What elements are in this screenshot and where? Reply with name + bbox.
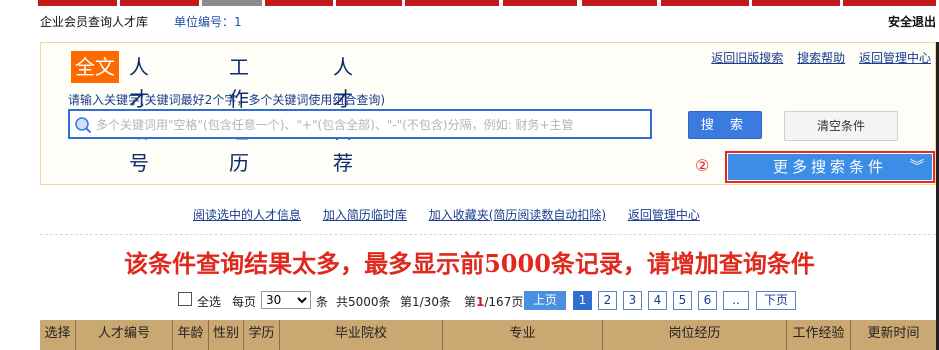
mode-tab-work-history[interactable]: 工作经历 xyxy=(229,51,249,175)
page-button-more[interactable]: .. xyxy=(723,291,749,310)
mode-tab-self-recommend[interactable]: 人才自荐 xyxy=(333,51,353,175)
per-page-select[interactable]: 30 xyxy=(261,291,311,309)
read-selected-link[interactable]: 阅读选中的人才信息 xyxy=(193,208,301,222)
prev-page-button[interactable]: 上页 xyxy=(524,291,566,310)
col-update-time[interactable]: 更新时间 xyxy=(851,320,936,350)
top-nav-tab[interactable] xyxy=(265,0,333,6)
col-school[interactable]: 毕业院校 xyxy=(280,320,443,350)
top-nav-tab[interactable] xyxy=(661,0,749,6)
top-nav-tab[interactable] xyxy=(120,0,199,6)
divider xyxy=(40,234,936,235)
old-search-link[interactable]: 返回旧版搜索 xyxy=(711,51,783,65)
page-button-4[interactable]: 4 xyxy=(648,291,667,310)
top-nav-tab[interactable] xyxy=(336,0,402,6)
keyword-field[interactable] xyxy=(68,109,652,139)
record-range: 第1/30条 xyxy=(400,295,451,309)
search-help-link[interactable]: 搜索帮助 xyxy=(797,51,845,65)
clear-conditions-button[interactable]: 清空条件 xyxy=(784,111,898,141)
col-age[interactable]: 年龄 xyxy=(173,320,209,350)
top-nav-tab[interactable] xyxy=(752,0,840,6)
result-actions: 阅读选中的人才信息 加入简历临时库 加入收藏夹(简历阅读数自动扣除) 返回管理中… xyxy=(193,206,718,223)
more-conditions-button[interactable]: 更多搜索条件 ︾ xyxy=(728,154,932,180)
page-button-3[interactable]: 3 xyxy=(623,291,642,310)
page-total: /167页 xyxy=(484,295,524,309)
site-title: 企业会员查询人才库 xyxy=(40,15,149,29)
top-nav-tab[interactable] xyxy=(405,0,499,6)
page-button-5[interactable]: 5 xyxy=(673,291,692,310)
col-major[interactable]: 专业 xyxy=(443,320,603,350)
add-temp-library-link[interactable]: 加入简历临时库 xyxy=(323,208,407,222)
double-chevron-down-icon: ︾ xyxy=(910,159,924,175)
page-indicator: 第1/167页 xyxy=(464,293,523,310)
next-page-button[interactable]: 下页 xyxy=(756,291,796,310)
more-conditions-label: 更多搜索条件 xyxy=(772,158,887,176)
more-conditions-highlight: 更多搜索条件 ︾ xyxy=(725,151,935,183)
page-button-1[interactable]: 1 xyxy=(573,291,592,310)
back-admin-link[interactable]: 返回管理中心 xyxy=(859,51,931,65)
select-all-checkbox[interactable] xyxy=(178,292,192,306)
unit-number: 单位编号：1 xyxy=(174,15,242,29)
keyword-input[interactable] xyxy=(96,115,646,135)
col-education[interactable]: 学历 xyxy=(244,320,280,350)
quick-links: 返回旧版搜索 搜索帮助 返回管理中心 xyxy=(701,49,931,66)
result-warning: 该条件查询结果太多，最多显示前5000条记录，请增加查询条件 xyxy=(124,249,815,278)
col-select: 选择 xyxy=(40,320,76,350)
top-nav-tab[interactable] xyxy=(38,0,117,6)
col-talent-id[interactable]: 人才编号 xyxy=(76,320,173,350)
col-gender[interactable]: 性别 xyxy=(209,320,244,350)
col-job-history[interactable]: 岗位经历 xyxy=(603,320,787,350)
top-nav-tab-active[interactable] xyxy=(202,0,262,6)
mode-tab-fulltext[interactable]: 全文 xyxy=(71,51,119,83)
search-panel: 全文 人才编号 工作经历 人才自荐 返回旧版搜索 搜索帮助 返回管理中心 请输入… xyxy=(40,42,936,185)
top-nav-tab[interactable] xyxy=(503,0,577,6)
annotation-marker: ② xyxy=(695,156,710,175)
search-icon xyxy=(75,117,92,134)
page-button-6[interactable]: 6 xyxy=(698,291,717,310)
search-button[interactable]: 搜 索 xyxy=(688,111,762,139)
add-favorites-link[interactable]: 加入收藏夹(简历阅读数自动扣除) xyxy=(429,208,606,222)
total-count: 共5000条 xyxy=(336,295,391,309)
top-nav-tab[interactable] xyxy=(843,0,936,6)
results-table-header: 选择 人才编号 年龄 性别 学历 毕业院校 专业 岗位经历 工作经验 更新时间 xyxy=(40,320,936,350)
per-page-label: 每页 xyxy=(232,295,257,309)
select-all-label: 全选 xyxy=(197,295,222,309)
page-button-2[interactable]: 2 xyxy=(598,291,617,310)
top-nav-strip xyxy=(0,0,939,7)
top-nav-tab[interactable] xyxy=(582,0,657,6)
header-bar: 企业会员查询人才库 单位编号：1 安全退出 xyxy=(40,13,936,33)
col-experience[interactable]: 工作经验 xyxy=(787,320,851,350)
logout-link[interactable]: 安全退出 xyxy=(888,13,936,30)
per-page-unit: 条 xyxy=(316,295,329,309)
mode-tab-talent-id[interactable]: 人才编号 xyxy=(129,51,149,175)
keyword-hint: 请输入关键字(关键词最好2个字，多个关键词使用组合查询) xyxy=(68,93,386,107)
page-prefix: 第 xyxy=(464,295,477,309)
back-admin-center-link[interactable]: 返回管理中心 xyxy=(628,208,700,222)
